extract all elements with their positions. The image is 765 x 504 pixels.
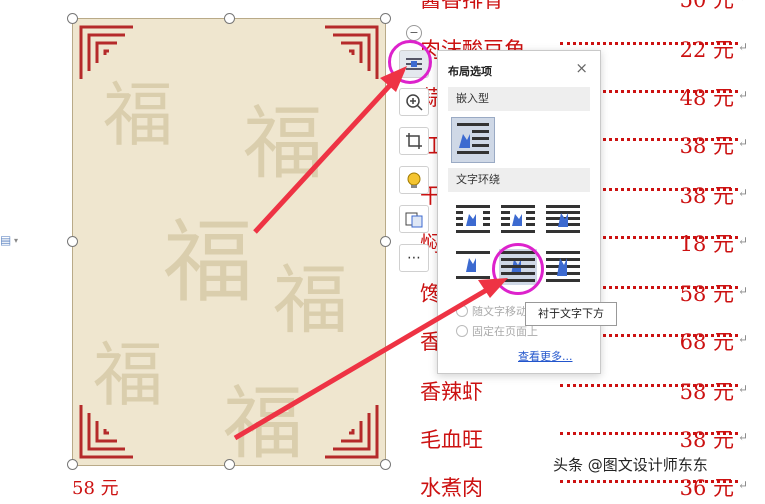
resize-handle-sw[interactable]	[67, 459, 78, 470]
wrap-topbottom-option[interactable]	[454, 249, 492, 285]
document-icon[interactable]: ▤	[0, 233, 14, 247]
crop-button[interactable]	[399, 127, 429, 155]
wrap-tight-option[interactable]	[499, 203, 537, 239]
image-replace-icon	[405, 212, 423, 228]
resize-handle-w[interactable]	[67, 236, 78, 247]
paragraph-mark-icon: ↵	[737, 88, 748, 102]
zoom-in-icon	[406, 94, 423, 111]
tooltip: 衬于文字下方	[525, 302, 617, 326]
dish-price: 36 元	[679, 476, 734, 500]
watermark: 头条 @图文设计师东东	[553, 456, 708, 474]
dish-price: 68 元	[679, 330, 734, 354]
more-button[interactable]: ⋯	[399, 244, 429, 272]
resize-handle-se[interactable]	[380, 459, 391, 470]
dish-price: 38 元	[679, 184, 734, 208]
paragraph-mark-icon: ↵	[737, 40, 748, 54]
dish-price: 58 元	[679, 380, 734, 404]
dish-price: 48 元	[679, 86, 734, 110]
dish-name: 酱香排骨	[420, 0, 504, 12]
corner-ornament	[325, 25, 379, 79]
move-with-text-radio[interactable]	[456, 305, 468, 317]
resize-handle-ne[interactable]	[380, 13, 391, 24]
resize-handle-nw[interactable]	[67, 13, 78, 24]
paragraph-mark-icon: ↵	[737, 478, 748, 492]
collapse-toolbar-button[interactable]: −	[406, 25, 422, 41]
wrap-infront-option[interactable]	[544, 249, 582, 285]
wrap-infront-icon	[546, 251, 580, 282]
resize-handle-s[interactable]	[224, 459, 235, 470]
menu-item: 香辣虾 58 元 ↵	[420, 370, 760, 408]
dish-name: 香辣虾	[420, 380, 483, 404]
paragraph-mark-icon: ↵	[737, 234, 748, 248]
corner-ornament	[79, 405, 133, 459]
background-pattern: 福	[223, 377, 303, 466]
dish-name: 毛血旺	[420, 428, 483, 452]
inline-section-label: 嵌入型	[448, 87, 590, 111]
background-pattern: 福	[243, 97, 323, 190]
paragraph-mark-icon: ↵	[737, 136, 748, 150]
dish-name: 水煮肉	[420, 476, 483, 500]
menu-item: 酱香排骨 50 元 ↵	[420, 0, 760, 16]
selected-image[interactable]: 福 福 福 福 福 福	[72, 18, 386, 466]
bottom-left-price: 58 元	[72, 478, 119, 499]
dish-price: 50 元	[679, 0, 734, 12]
highlight-circle	[388, 40, 432, 84]
replace-image-button[interactable]	[399, 205, 429, 233]
move-with-text-label: 随文字移动	[472, 305, 527, 318]
wrap-topbottom-icon	[456, 251, 490, 279]
zoom-button[interactable]	[399, 88, 429, 116]
resize-handle-e[interactable]	[380, 236, 391, 247]
menu-item: 毛血旺 38 元 ↵	[420, 418, 760, 456]
wrap-inline-option[interactable]	[451, 117, 495, 163]
crop-icon	[406, 133, 422, 149]
see-more-link[interactable]: 查看更多...	[518, 348, 573, 364]
dish-price: 58 元	[679, 282, 734, 306]
panel-title: 布局选项	[448, 65, 492, 78]
paragraph-mark-icon: ↵	[738, 0, 748, 4]
dish-price: 22 元	[679, 38, 734, 62]
wrap-through-option[interactable]	[544, 203, 582, 239]
close-icon[interactable]: ×	[575, 59, 588, 77]
wrap-section-label: 文字环绕	[448, 168, 590, 192]
smart-button[interactable]	[399, 166, 429, 194]
corner-ornament	[325, 405, 379, 459]
wrap-square-icon	[456, 205, 490, 233]
bulb-icon	[407, 172, 421, 188]
dish-price: 38 元	[679, 428, 734, 452]
paragraph-mark-icon: ↵	[737, 186, 748, 200]
fixed-on-page-radio[interactable]	[456, 325, 468, 337]
dish-price: 18 元	[679, 232, 734, 256]
background-pattern: 福	[163, 210, 253, 315]
paragraph-mark-icon: ↵	[737, 284, 748, 298]
paragraph-mark-icon: ↵	[737, 382, 748, 396]
paragraph-mark-icon: ↵	[737, 332, 748, 346]
resize-handle-n[interactable]	[224, 13, 235, 24]
paragraph-mark-icon: ↵	[737, 430, 748, 444]
wrap-through-icon	[546, 205, 580, 233]
inline-icon	[457, 123, 489, 154]
highlight-circle	[492, 243, 544, 295]
corner-ornament	[79, 25, 133, 79]
wrap-square-option[interactable]	[454, 203, 492, 239]
wrap-tight-icon	[501, 205, 535, 233]
background-pattern: 福	[273, 256, 349, 344]
dish-price: 38 元	[679, 134, 734, 158]
dropdown-arrow-icon[interactable]: ▾	[14, 236, 18, 245]
